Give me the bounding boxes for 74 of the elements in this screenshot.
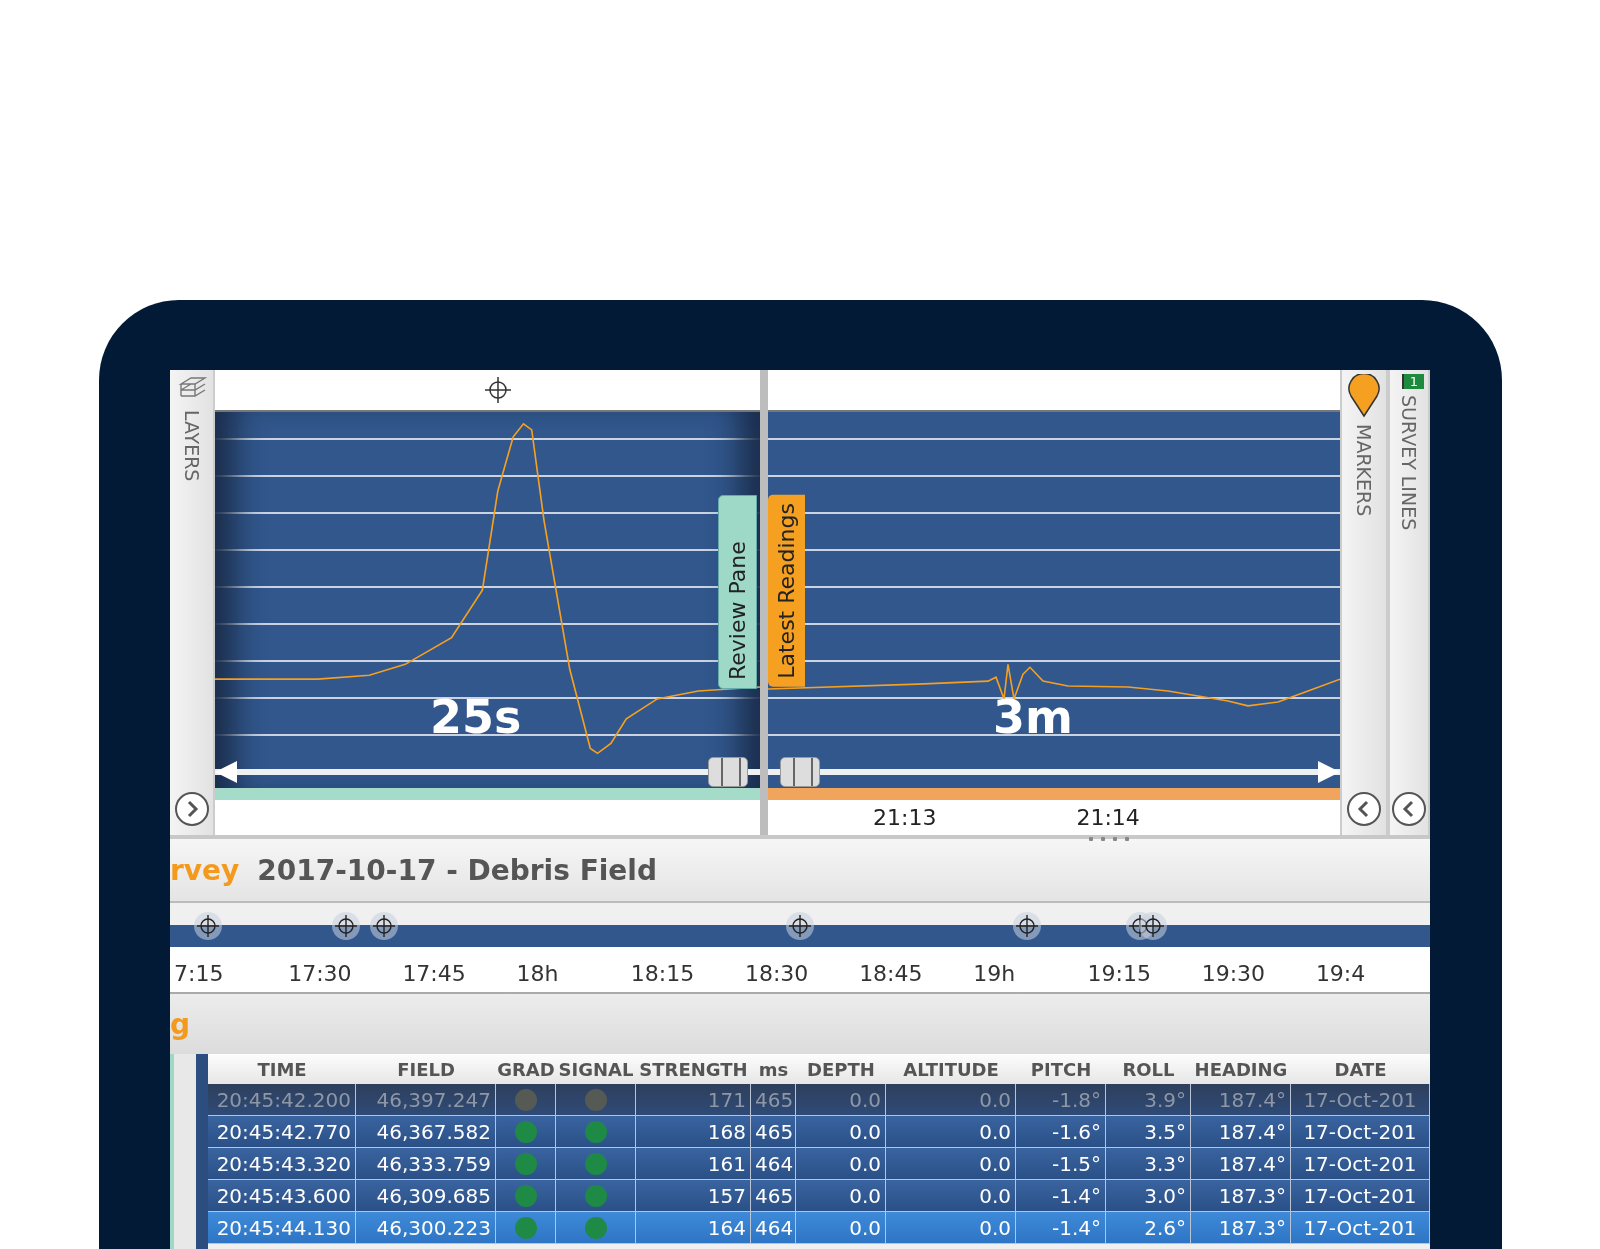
column-header[interactable]: ROLL: [1106, 1058, 1191, 1080]
review-pane-tab[interactable]: Review Pane: [718, 495, 757, 689]
column-header[interactable]: SIGNAL: [556, 1058, 636, 1080]
time-label: 21:13: [873, 805, 937, 830]
table-cell: 0.0: [796, 1212, 886, 1244]
crosshair-icon[interactable]: [1011, 911, 1042, 941]
panel-tab[interactable]: SURVEY LINES: [1398, 395, 1420, 531]
status-dot: [584, 1216, 607, 1239]
side-tab[interactable]: [170, 1054, 197, 1249]
layers-tab[interactable]: LAYERS: [180, 410, 203, 482]
status-dot: [584, 1120, 607, 1143]
timeline-label: 18:45: [859, 961, 924, 986]
table-cell: 187.3°: [1191, 1212, 1291, 1244]
table-cell: -1.4°: [1016, 1212, 1106, 1244]
slider-handle[interactable]: [780, 757, 820, 787]
timeline-label: 7:15: [174, 961, 225, 986]
crosshair-icon[interactable]: [1137, 911, 1168, 941]
crosshair-icon[interactable]: [369, 911, 400, 941]
column-header[interactable]: PITCH: [1016, 1058, 1106, 1080]
table-cell: 0.0: [886, 1212, 1016, 1244]
column-header[interactable]: ALTITUDE: [886, 1058, 1016, 1080]
crosshair-icon[interactable]: [192, 911, 223, 941]
column-header[interactable]: FIELD: [356, 1058, 496, 1080]
timeline-label: 17:30: [288, 961, 353, 986]
crosshair-icon[interactable]: [331, 911, 362, 941]
table-cell: 464: [751, 1212, 796, 1244]
status-dot: [514, 1184, 537, 1207]
chevron-right-icon[interactable]: [173, 791, 210, 827]
status-dot: [584, 1152, 607, 1175]
table-cell: 2.6°: [1106, 1212, 1191, 1244]
chevron-left-icon[interactable]: [1391, 791, 1427, 827]
status-dot: [514, 1120, 537, 1143]
column-header[interactable]: HEADING: [1191, 1058, 1291, 1080]
timeline-label: 19:30: [1201, 961, 1267, 986]
table-row[interactable]: 20:45:43.320 46,333.759 161 464 0.0 0.0 -1.5° 3.3° 187.4° 17-Oct-201: [208, 1148, 1430, 1180]
chevron-left-icon[interactable]: [1346, 791, 1382, 827]
column-header[interactable]: GRAD: [496, 1058, 556, 1080]
status-dot: [514, 1088, 537, 1111]
column-header[interactable]: DATE: [1291, 1058, 1430, 1080]
timeline-label: 17:45: [402, 961, 467, 986]
status-dot: [584, 1088, 607, 1111]
column-header[interactable]: DEPTH: [796, 1058, 886, 1080]
column-header[interactable]: STRENGTH: [636, 1058, 751, 1080]
crosshair-icon: [482, 375, 513, 405]
timeline-label: 18:30: [744, 961, 810, 986]
table-row[interactable]: 20:45:43.600 46,309.685 157 465 0.0 0.0 -1.4° 3.0° 187.3° 17-Oct-201: [208, 1180, 1430, 1212]
table-row[interactable]: 20:45:44.130 46,300.223 164 464 0.0 0.0 -1.4° 2.6° 187.3° 17-Oct-201: [208, 1212, 1430, 1244]
timeline-label: 19:4: [1315, 961, 1367, 986]
timeline-label: 19h: [973, 961, 1017, 986]
table-cell: 20:45:44.130: [208, 1212, 356, 1244]
table-cell: 164: [636, 1212, 751, 1244]
flag-badge: 1: [1401, 374, 1425, 389]
column-header[interactable]: ms: [751, 1058, 796, 1080]
status-dot: [584, 1184, 607, 1207]
survey-title: 2017-10-17 - Debris Field: [257, 853, 657, 887]
status-dot: [514, 1152, 537, 1175]
survey-label: rvey: [170, 853, 240, 887]
time-label: 21:14: [1076, 805, 1140, 830]
time-span-label: 25s: [430, 690, 522, 744]
table-row[interactable]: 20:45:42.770 46,367.582 168 465 0.0 0.0 -1.6° 3.5° 187.4° 17-Oct-201: [208, 1116, 1430, 1148]
table-cell: 46,300.223: [356, 1212, 496, 1244]
timeline-label: 18:15: [630, 961, 696, 986]
timeline-label: 19:15: [1087, 961, 1152, 986]
latest-readings-tab[interactable]: Latest Readings: [768, 495, 805, 687]
status-dot: [514, 1216, 537, 1239]
map-pin-icon[interactable]: [1347, 374, 1381, 418]
timeline-label: 18h: [516, 961, 560, 986]
panel-tab[interactable]: MARKERS: [1353, 424, 1375, 517]
time-span-label: 3m: [993, 690, 1073, 744]
slider-handle[interactable]: [708, 757, 748, 787]
table-cell: 17-Oct-201: [1291, 1212, 1430, 1244]
section-label: g: [170, 1007, 191, 1041]
crosshair-icon[interactable]: [785, 911, 815, 941]
column-header[interactable]: TIME: [208, 1058, 356, 1080]
